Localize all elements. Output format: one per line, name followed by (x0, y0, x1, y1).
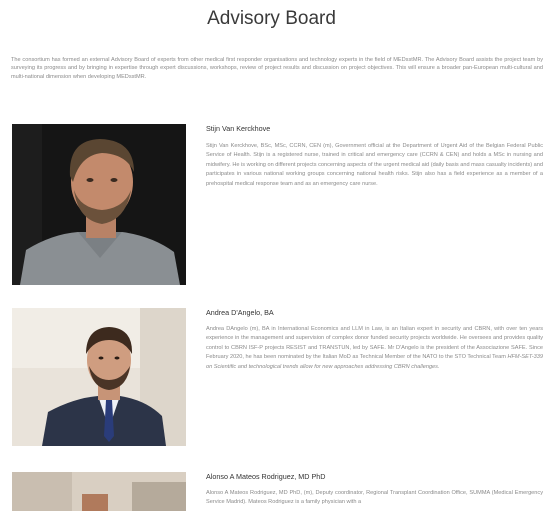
member-name: Stijn Van Kerckhove (206, 124, 271, 133)
member-photo (12, 124, 186, 285)
page-title: Advisory Board (207, 8, 336, 29)
intro-text: The consortium has formed an external Ad… (11, 57, 543, 80)
member-bio: Andrea DAngelo (m), BA in International … (206, 326, 543, 370)
member-bio: Alonso A Mateos Rodriguez, MD PhD, (m), … (206, 490, 543, 506)
member-card: Alonso A Mateos Rodriguez, MD PhD Alonso… (12, 472, 543, 511)
member-photo (12, 472, 186, 511)
member-photo (12, 308, 186, 446)
member-card: Andrea D'Angelo, BA Andrea DAngelo (m), … (12, 308, 543, 453)
advisory-board-page: Advisory Board The consortium has formed… (0, 0, 543, 511)
member-name: Andrea D'Angelo, BA (206, 308, 274, 317)
member-bio: Stijn Van Kerckhove, BSc, MSc, CCRN, CEN… (206, 143, 543, 187)
member-card: Stijn Van Kerckhove Stijn Van Kerckhove,… (12, 124, 543, 294)
member-name: Alonso A Mateos Rodriguez, MD PhD (206, 472, 326, 481)
